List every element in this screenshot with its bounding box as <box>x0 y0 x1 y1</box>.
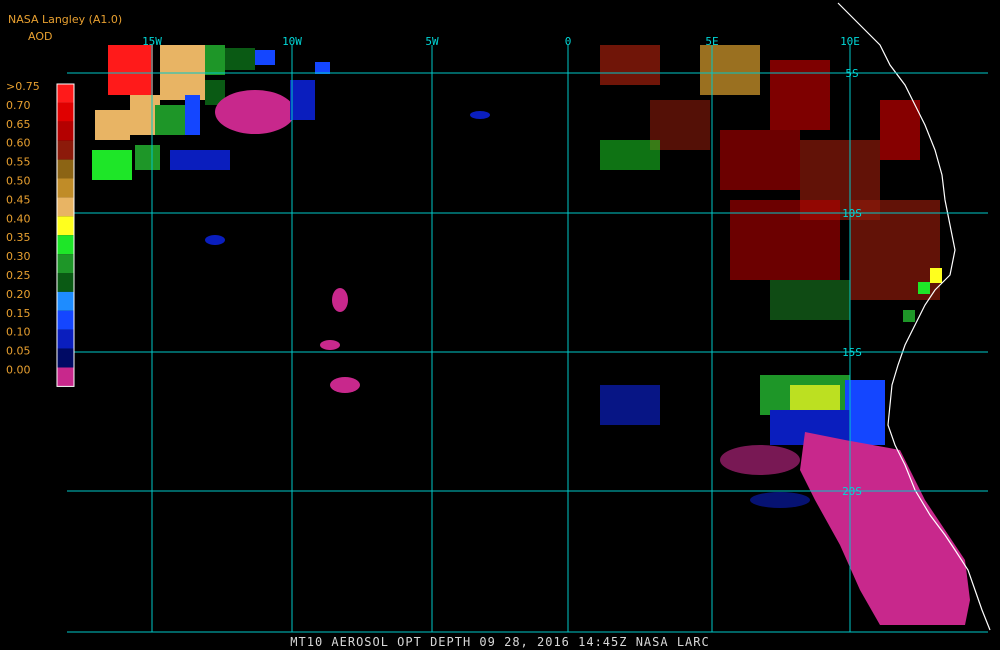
legend-swatch <box>57 254 74 273</box>
aod-patch <box>700 45 760 95</box>
aod-patch <box>790 385 840 410</box>
aod-patch <box>155 105 185 135</box>
aod-patch <box>750 492 810 508</box>
legend-label: 0.40 <box>6 212 31 225</box>
aod-patch <box>320 340 340 350</box>
legend-label: 0.50 <box>6 175 31 188</box>
legend-swatch <box>57 197 74 217</box>
aod-patch <box>170 150 230 170</box>
legend-swatch <box>57 329 74 349</box>
aod-patch <box>845 380 885 445</box>
legend-label: >0.75 <box>6 80 40 93</box>
legend-swatch <box>57 102 74 122</box>
lat-label: 20S <box>842 485 862 498</box>
lat-label: 5S <box>845 67 858 80</box>
aod-patch <box>770 60 830 130</box>
legend-swatch <box>57 367 74 387</box>
product-label: AOD <box>28 30 52 43</box>
aod-patch <box>470 111 490 119</box>
legend-label: 0.10 <box>6 326 31 339</box>
legend-label: 0.35 <box>6 231 31 244</box>
legend-swatch <box>57 84 74 103</box>
legend-swatch <box>57 140 74 160</box>
legend-label: 0.00 <box>6 364 31 377</box>
aod-patch <box>600 45 660 85</box>
aerosol-map: 15W 10W 5W 0 5E 10E 5S 10S 15S 20S NASA Langley (… <box>0 0 1000 650</box>
legend-swatch <box>57 273 74 292</box>
lon-label: 15W <box>142 35 162 48</box>
legend-swatch <box>57 121 74 141</box>
legend-swatch <box>57 178 74 198</box>
legend-label: 0.65 <box>6 118 31 131</box>
legend-label: 0.20 <box>6 288 31 301</box>
aod-patch <box>770 280 850 320</box>
legend-label: 0.05 <box>6 345 31 358</box>
aod-patch <box>135 145 160 170</box>
legend-label: 0.70 <box>6 99 31 112</box>
legend-label: 0.15 <box>6 307 31 320</box>
lon-label: 5W <box>425 35 439 48</box>
aod-patch <box>880 100 920 160</box>
aod-patch <box>330 377 360 393</box>
legend-label: 0.45 <box>6 193 31 206</box>
lon-label: 0 <box>565 35 572 48</box>
legend-swatch <box>57 235 74 255</box>
footer-caption: MT10 AEROSOL OPT DEPTH 09 28, 2016 14:45… <box>290 635 709 649</box>
legend-label: 0.55 <box>6 156 31 169</box>
aod-patch <box>930 268 942 283</box>
source-label: NASA Langley (A1.0) <box>8 13 122 26</box>
aod-patch <box>720 130 800 190</box>
aod-patch <box>225 48 255 70</box>
aod-patch <box>95 110 130 140</box>
aod-patch <box>290 80 315 120</box>
aod-patch <box>205 45 225 75</box>
legend-label: 0.60 <box>6 137 31 150</box>
aod-patch <box>903 310 915 322</box>
lon-label: 10W <box>282 35 302 48</box>
aod-patch <box>332 288 348 312</box>
aod-patch <box>720 445 800 475</box>
lon-label: 10E <box>840 35 860 48</box>
aod-patch <box>600 140 660 170</box>
aod-patch <box>205 235 225 245</box>
legend-label: 0.25 <box>6 269 31 282</box>
aod-patch <box>185 95 200 135</box>
aod-patch <box>315 62 330 74</box>
aod-patch <box>255 50 275 65</box>
aod-patch <box>730 200 840 280</box>
legend-swatch <box>57 291 74 311</box>
aod-patch <box>92 150 132 180</box>
legend-label: 0.30 <box>6 250 31 263</box>
lat-label: 10S <box>842 207 862 220</box>
aod-patch <box>215 90 295 134</box>
aod-patch <box>600 385 660 425</box>
legend-swatch <box>57 310 74 330</box>
lat-label: 15S <box>842 346 862 359</box>
legend-swatch <box>57 159 74 179</box>
legend-swatch <box>57 216 74 236</box>
lon-label: 5E <box>705 35 718 48</box>
legend-swatch <box>57 348 74 368</box>
aod-patch <box>108 45 153 95</box>
aod-patch <box>918 282 930 294</box>
